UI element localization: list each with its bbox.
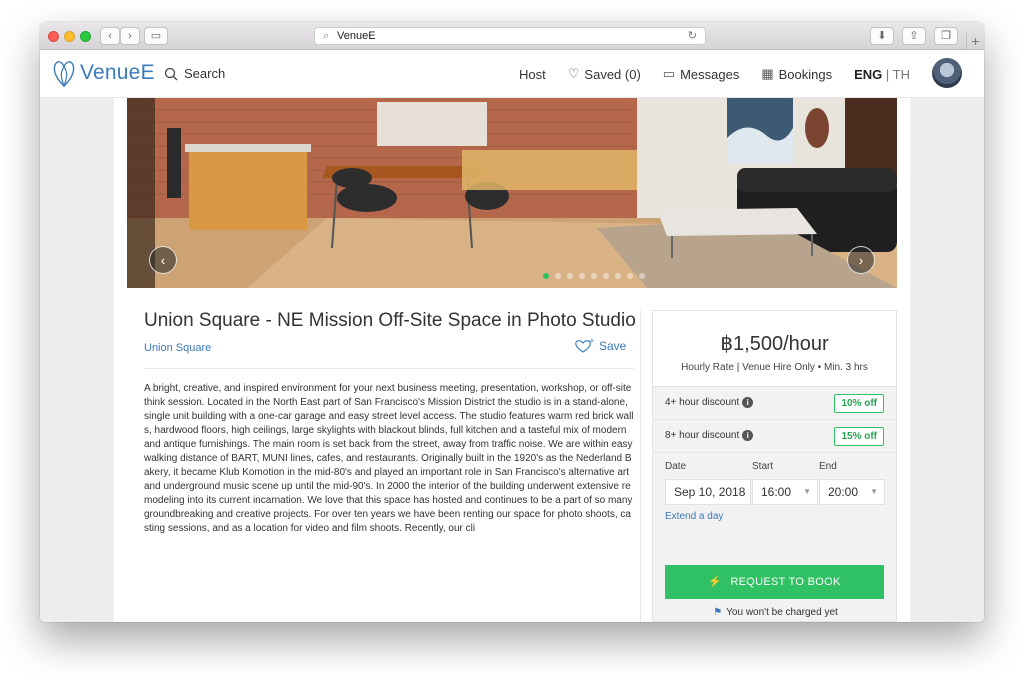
saved-link[interactable]: ♡ Saved (0) bbox=[568, 66, 641, 82]
browser-window: ‹ › ▭ ⌕ VenueE ↻ ⬇ ⇧ ❐ + VenueE Search H… bbox=[40, 22, 984, 622]
gallery-dot[interactable] bbox=[567, 273, 573, 279]
gallery-dot[interactable] bbox=[543, 273, 549, 279]
discount-label: 8+ hour discount i bbox=[665, 430, 754, 442]
browser-toolbar: ‹ › ▭ ⌕ VenueE ↻ ⬇ ⇧ ❐ + bbox=[40, 22, 984, 50]
date-time-picker: Date Start End Sep 10, 2018 16:00 ▼ 20:0… bbox=[653, 453, 896, 541]
search-label: Search bbox=[184, 66, 226, 81]
avatar[interactable] bbox=[932, 58, 962, 88]
photo-gallery[interactable]: ‹ › bbox=[127, 98, 897, 288]
new-tab-button[interactable]: + bbox=[966, 32, 984, 50]
lightning-icon: ⚡ bbox=[708, 576, 723, 588]
sidebar-toggle-icon[interactable]: ▭ bbox=[144, 27, 168, 45]
close-window-button[interactable] bbox=[48, 31, 59, 42]
gallery-dot[interactable] bbox=[627, 273, 633, 279]
saved-label: Saved (0) bbox=[584, 66, 641, 82]
messages-link[interactable]: ▭ Messages bbox=[663, 66, 740, 82]
search-icon bbox=[164, 67, 178, 80]
gallery-dot[interactable] bbox=[579, 273, 585, 279]
area-link[interactable]: Union Square bbox=[144, 342, 211, 354]
bookings-label: Bookings bbox=[778, 66, 833, 82]
language-eng[interactable]: ENG bbox=[854, 67, 882, 82]
start-time-value: 16:00 bbox=[761, 485, 792, 499]
end-label: End bbox=[819, 461, 837, 472]
gallery-dot[interactable] bbox=[639, 273, 645, 279]
discount-badge: 10% off bbox=[834, 393, 884, 413]
charge-note: ⚑ You won't be charged yet bbox=[653, 607, 896, 618]
gallery-dot[interactable] bbox=[555, 273, 561, 279]
gallery-next-button[interactable]: › bbox=[847, 246, 875, 274]
downloads-icon[interactable]: ⬇ bbox=[870, 27, 894, 45]
search-icon: ⌕ bbox=[323, 30, 330, 42]
charge-note-text: You won't be charged yet bbox=[726, 607, 838, 618]
start-label: Start bbox=[752, 461, 774, 472]
discount-text: 8+ hour discount bbox=[665, 430, 740, 442]
request-label: REQUEST TO BOOK bbox=[730, 576, 841, 588]
messages-label: Messages bbox=[680, 66, 740, 82]
address-bar[interactable]: ⌕ VenueE ↻ bbox=[314, 27, 706, 45]
save-button[interactable]: + Save bbox=[574, 338, 626, 354]
minimize-window-button[interactable] bbox=[64, 31, 75, 42]
discount-badge: 15% off bbox=[834, 426, 884, 446]
calendar-icon: ▦ bbox=[761, 66, 774, 81]
price-header: ฿1,500/hour Hourly Rate | Venue Hire Onl… bbox=[653, 311, 896, 387]
reload-icon[interactable]: ↻ bbox=[688, 28, 697, 44]
gallery-dot[interactable] bbox=[603, 273, 609, 279]
bookings-link[interactable]: ▦ Bookings bbox=[761, 66, 832, 82]
price-terms: Hourly Rate | Venue Hire Only • Min. 3 h… bbox=[681, 362, 868, 373]
extend-a-day-link[interactable]: Extend a day bbox=[665, 511, 723, 522]
gallery-prev-button[interactable]: ‹ bbox=[149, 246, 177, 274]
column-divider bbox=[640, 310, 641, 622]
flag-icon: ⚑ bbox=[713, 607, 723, 618]
share-icon[interactable]: ⇧ bbox=[902, 27, 926, 45]
listing-description: A bright, creative, and inspired environ… bbox=[144, 383, 634, 534]
logo-text: VenueE bbox=[80, 61, 155, 84]
end-time-select[interactable]: 20:00 ▼ bbox=[819, 479, 885, 505]
tabs-overview-icon[interactable]: ❐ bbox=[934, 27, 958, 45]
date-field[interactable]: Sep 10, 2018 bbox=[665, 479, 751, 505]
host-link[interactable]: Host bbox=[519, 67, 546, 82]
save-label: Save bbox=[599, 339, 627, 353]
chevron-down-icon: ▼ bbox=[870, 487, 878, 496]
date-label: Date bbox=[665, 461, 687, 472]
request-to-book-button[interactable]: ⚡ REQUEST TO BOOK bbox=[665, 565, 884, 599]
booking-card: ฿1,500/hour Hourly Rate | Venue Hire Onl… bbox=[652, 310, 897, 622]
gallery-dot[interactable] bbox=[591, 273, 597, 279]
gallery-dots bbox=[543, 273, 645, 279]
page-title: Union Square - NE Mission Off-Site Space… bbox=[144, 310, 636, 331]
forward-button[interactable]: › bbox=[120, 27, 140, 45]
discount-text: 4+ hour discount bbox=[665, 397, 740, 409]
discount-label: 4+ hour discount i bbox=[665, 397, 754, 409]
heart-plus-icon: + bbox=[575, 338, 594, 353]
info-icon[interactable]: i bbox=[742, 430, 754, 442]
zoom-window-button[interactable] bbox=[80, 31, 91, 42]
venuee-logo[interactable]: VenueE bbox=[52, 58, 155, 88]
date-value: Sep 10, 2018 bbox=[674, 485, 746, 499]
heart-icon: ♡ bbox=[567, 66, 580, 81]
gallery-dot[interactable] bbox=[615, 273, 621, 279]
discount-row: 4+ hour discount i 10% off bbox=[653, 387, 896, 420]
search-link[interactable]: Search bbox=[164, 66, 225, 81]
divider bbox=[144, 368, 634, 369]
back-button[interactable]: ‹ bbox=[100, 27, 120, 45]
discount-row: 8+ hour discount i 15% off bbox=[653, 420, 896, 453]
svg-text:+: + bbox=[589, 338, 594, 345]
hourly-price: ฿1,500/hour bbox=[720, 333, 829, 355]
language-th[interactable]: | TH bbox=[882, 67, 910, 82]
venue-logo-icon bbox=[53, 61, 75, 88]
info-icon[interactable]: i bbox=[742, 397, 754, 409]
site-header: VenueE Search Host ♡ Saved (0) ▭ Message… bbox=[40, 50, 984, 98]
nav-links: Host ♡ Saved (0) ▭ Messages ▦ Bookings E… bbox=[497, 66, 910, 82]
chat-bubble-icon: ▭ bbox=[662, 66, 676, 81]
language-switcher[interactable]: ENG | TH bbox=[854, 67, 910, 82]
end-time-value: 20:00 bbox=[828, 485, 859, 499]
start-time-select[interactable]: 16:00 ▼ bbox=[752, 479, 818, 505]
chevron-down-icon: ▼ bbox=[803, 487, 811, 496]
address-text: VenueE bbox=[337, 30, 376, 42]
venue-photo bbox=[127, 98, 897, 288]
